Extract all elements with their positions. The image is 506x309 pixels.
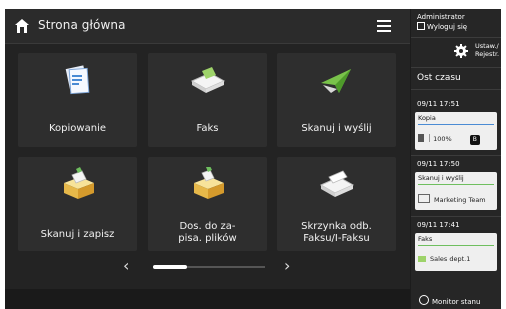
tile-copy-label: Kopiowanie <box>49 123 106 134</box>
tile-fax-inbox[interactable]: Skrzynka odb. Faksu/I-Faksu <box>277 157 396 251</box>
job-card-fax[interactable]: Faks Sales dept.1 <box>415 233 497 271</box>
prev-page-button[interactable]: ‹ <box>123 257 129 275</box>
page-title: Strona główna <box>38 18 126 32</box>
side-panel: Administrator Wyloguj się Ustaw./ Rejest… <box>411 9 501 309</box>
page-navigator: ‹ › <box>5 255 410 279</box>
logout-icon <box>417 22 425 30</box>
main-area: Strona główna Kopiowanie Faks Skanuj i w… <box>5 9 410 309</box>
settings-label-line2: Rejestr. <box>475 50 500 58</box>
scan-send-icon <box>320 69 351 93</box>
tile-fax-label: Faks <box>196 123 219 134</box>
history-title: Ost czasu <box>417 73 461 83</box>
fax-icon <box>418 256 426 262</box>
logout-link[interactable]: Wyloguj się <box>417 22 467 32</box>
job-detail: 100% B <box>418 134 480 145</box>
scan-save-icon <box>63 167 94 199</box>
job-detail-value: 100% <box>433 135 452 143</box>
menu-button[interactable] <box>373 16 395 36</box>
settings-label-line1: Ustaw./ <box>475 42 499 50</box>
job-time: 09/11 17:50 <box>417 160 460 168</box>
home-icon[interactable] <box>14 18 30 34</box>
tile-scan-save-label: Skanuj i zapisz <box>40 229 115 240</box>
page-indicator <box>153 265 187 269</box>
main-footer <box>5 289 410 309</box>
user-name: Administrator <box>417 13 465 21</box>
job-detail: Sales dept.1 <box>418 255 470 263</box>
monitor-icon <box>419 295 429 305</box>
job-detail-value: Marketing Team <box>434 196 486 204</box>
gear-icon[interactable] <box>454 44 468 58</box>
job-time: 09/11 17:41 <box>417 221 460 229</box>
fax-inbox-icon <box>319 170 354 197</box>
status-monitor-label: Monitor stanu <box>432 298 481 306</box>
tile-access-files-label: Dos. do za- pisa. plików <box>178 221 237 244</box>
divider <box>411 37 501 38</box>
job-detail: Marketing Team <box>418 194 486 204</box>
menu-icon-bar <box>377 25 391 27</box>
job-card-copy[interactable]: Kopia 100% B <box>415 112 497 150</box>
divider <box>411 155 501 156</box>
divider <box>411 89 501 90</box>
divider <box>411 216 501 217</box>
job-accent-line <box>418 124 494 125</box>
menu-icon-bar <box>377 30 391 32</box>
copy-icon <box>65 65 89 95</box>
separator <box>429 134 431 142</box>
top-bar: Strona główna <box>5 9 410 44</box>
tile-fax-inbox-label: Skrzynka odb. Faksu/I-Faksu <box>301 221 372 244</box>
device-panel: Strona główna Kopiowanie Faks Skanuj i w… <box>5 9 501 309</box>
job-accent-line <box>418 245 494 246</box>
tile-scan-send-label: Skanuj i wyślij <box>301 123 372 134</box>
job-card-scan-send[interactable]: Skanuj i wyślij Marketing Team <box>415 172 497 210</box>
job-name: Skanuj i wyślij <box>418 174 464 182</box>
tile-access-files[interactable]: Dos. do za- pisa. plików <box>148 157 267 251</box>
mail-icon <box>418 194 430 203</box>
job-name: Kopia <box>418 114 436 122</box>
divider <box>411 67 501 68</box>
copy-level-icon <box>418 134 424 142</box>
job-name: Faks <box>418 235 433 243</box>
menu-icon-bar <box>377 20 391 22</box>
logout-label: Wyloguj się <box>427 23 468 31</box>
tile-fax[interactable]: Faks <box>148 53 267 147</box>
tile-copy[interactable]: Kopiowanie <box>18 53 137 147</box>
status-monitor-button[interactable]: Monitor stanu <box>419 295 480 306</box>
user-info: Administrator Wyloguj się <box>417 13 467 32</box>
job-detail-value: Sales dept.1 <box>430 255 471 263</box>
job-accent-line <box>418 184 494 185</box>
tile-scan-save[interactable]: Skanuj i zapisz <box>18 157 137 251</box>
paper-size-badge: B <box>469 135 480 145</box>
settings-button[interactable]: Ustaw./ Rejestr. <box>475 42 499 58</box>
job-time: 09/11 17:51 <box>417 100 460 108</box>
fax-icon <box>190 67 225 93</box>
access-files-icon <box>193 167 224 199</box>
next-page-button[interactable]: › <box>284 257 290 275</box>
tile-scan-send[interactable]: Skanuj i wyślij <box>277 53 396 147</box>
